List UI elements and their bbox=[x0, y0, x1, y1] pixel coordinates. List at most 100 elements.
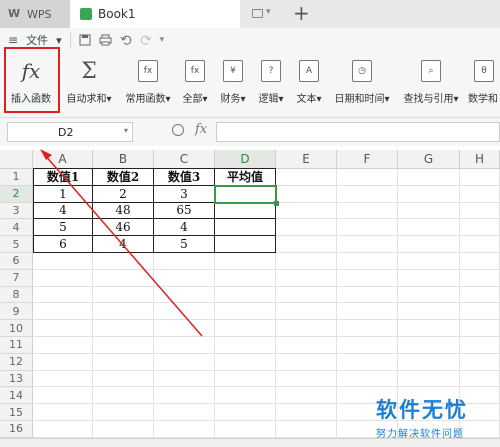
cell[interactable] bbox=[337, 353, 398, 371]
cell[interactable] bbox=[215, 353, 276, 371]
cell[interactable] bbox=[337, 337, 398, 354]
cell[interactable] bbox=[398, 320, 460, 337]
cell[interactable] bbox=[33, 320, 93, 337]
cell[interactable] bbox=[460, 320, 500, 337]
cell[interactable] bbox=[398, 303, 460, 321]
cell[interactable] bbox=[93, 253, 154, 270]
cell[interactable] bbox=[398, 337, 460, 354]
table-cell[interactable]: 1 bbox=[33, 185, 93, 203]
undo-icon[interactable] bbox=[120, 34, 132, 46]
cell[interactable] bbox=[398, 286, 460, 304]
cell[interactable] bbox=[276, 253, 337, 270]
zoom-icon[interactable] bbox=[172, 124, 184, 136]
text-button[interactable]: A 文本▾ bbox=[294, 56, 324, 112]
save-icon[interactable] bbox=[79, 34, 91, 46]
file-menu-caret[interactable]: ▾ bbox=[56, 34, 62, 47]
cell[interactable] bbox=[276, 269, 337, 287]
cell[interactable] bbox=[154, 404, 215, 421]
cell[interactable] bbox=[276, 303, 337, 321]
table-cell[interactable] bbox=[215, 202, 276, 220]
cell[interactable] bbox=[93, 421, 154, 438]
print-icon[interactable] bbox=[99, 34, 112, 46]
row-header-7[interactable]: 7 bbox=[0, 269, 33, 287]
table-cell[interactable]: 48 bbox=[93, 202, 154, 220]
cell[interactable] bbox=[33, 370, 93, 388]
table-header-cell[interactable]: 平均值 bbox=[215, 169, 276, 186]
cell[interactable] bbox=[33, 286, 93, 304]
table-cell[interactable]: 3 bbox=[154, 185, 215, 203]
file-menu[interactable]: 文件 bbox=[26, 32, 48, 48]
table-header-cell[interactable]: 数值3 bbox=[154, 169, 215, 186]
table-header-cell[interactable]: 数值1 bbox=[33, 169, 93, 186]
cell[interactable] bbox=[337, 320, 398, 337]
row-header-14[interactable]: 14 bbox=[0, 387, 33, 405]
autosum-button[interactable]: Σ 自动求和▾ bbox=[62, 56, 116, 112]
cell[interactable] bbox=[460, 286, 500, 304]
cell[interactable] bbox=[398, 169, 460, 186]
column-header-c[interactable]: C bbox=[154, 150, 215, 169]
cell[interactable] bbox=[460, 269, 500, 287]
table-cell[interactable]: 65 bbox=[154, 202, 215, 220]
cell[interactable] bbox=[460, 185, 500, 203]
row-header-16[interactable]: 16 bbox=[0, 421, 33, 438]
cell[interactable] bbox=[215, 269, 276, 287]
cell[interactable] bbox=[33, 404, 93, 421]
cell[interactable] bbox=[154, 303, 215, 321]
common-functions-button[interactable]: fx 常用函数▾ bbox=[120, 56, 176, 112]
cell[interactable] bbox=[154, 421, 215, 438]
cell[interactable] bbox=[276, 337, 337, 354]
cell[interactable] bbox=[276, 404, 337, 421]
cell[interactable] bbox=[276, 421, 337, 438]
cell[interactable] bbox=[276, 185, 337, 203]
cell[interactable] bbox=[215, 303, 276, 321]
cell[interactable] bbox=[337, 185, 398, 203]
finance-button[interactable]: ¥ 财务▾ bbox=[218, 56, 248, 112]
cell[interactable] bbox=[33, 337, 93, 354]
row-header-5[interactable]: 5 bbox=[0, 236, 33, 253]
table-cell[interactable] bbox=[215, 236, 276, 253]
cell[interactable] bbox=[276, 202, 337, 220]
cell[interactable] bbox=[154, 353, 215, 371]
cell[interactable] bbox=[33, 253, 93, 270]
table-cell[interactable] bbox=[215, 219, 276, 237]
cell[interactable] bbox=[276, 387, 337, 405]
cell[interactable] bbox=[93, 286, 154, 304]
column-header-d[interactable]: D bbox=[215, 150, 276, 169]
cell[interactable] bbox=[398, 353, 460, 371]
table-cell[interactable]: 5 bbox=[33, 219, 93, 237]
column-header-e[interactable]: E bbox=[276, 150, 337, 169]
wps-home-tab[interactable]: W WPS bbox=[0, 0, 70, 28]
cell[interactable] bbox=[337, 286, 398, 304]
cell[interactable] bbox=[215, 253, 276, 270]
cell[interactable] bbox=[337, 219, 398, 237]
cell[interactable] bbox=[154, 253, 215, 270]
name-box[interactable]: D2 ▾ bbox=[7, 122, 133, 142]
table-cell[interactable]: 4 bbox=[33, 202, 93, 220]
row-header-2[interactable]: 2 bbox=[0, 185, 33, 203]
cell[interactable] bbox=[398, 219, 460, 237]
row-header-13[interactable]: 13 bbox=[0, 370, 33, 388]
cell[interactable] bbox=[215, 286, 276, 304]
row-header-15[interactable]: 15 bbox=[0, 404, 33, 421]
cell[interactable] bbox=[154, 286, 215, 304]
row-header-10[interactable]: 10 bbox=[0, 320, 33, 337]
row-header-8[interactable]: 8 bbox=[0, 286, 33, 304]
cell[interactable] bbox=[460, 353, 500, 371]
math-button[interactable]: θ 数学和 bbox=[468, 56, 500, 112]
cell[interactable] bbox=[154, 370, 215, 388]
redo-icon[interactable] bbox=[140, 34, 152, 46]
cell[interactable] bbox=[215, 337, 276, 354]
row-header-4[interactable]: 4 bbox=[0, 219, 33, 237]
table-cell[interactable]: 6 bbox=[33, 236, 93, 253]
cell[interactable] bbox=[276, 353, 337, 371]
cell[interactable] bbox=[460, 219, 500, 237]
column-header-b[interactable]: B bbox=[93, 150, 154, 169]
cell[interactable] bbox=[398, 202, 460, 220]
cell[interactable] bbox=[154, 337, 215, 354]
column-header-f[interactable]: F bbox=[337, 150, 398, 169]
cell[interactable] bbox=[33, 353, 93, 371]
menu-icon[interactable]: ≡ bbox=[8, 33, 18, 47]
monitor-icon[interactable] bbox=[252, 9, 263, 18]
customize-caret-icon[interactable]: ▾ bbox=[160, 35, 165, 45]
cell[interactable] bbox=[33, 303, 93, 321]
